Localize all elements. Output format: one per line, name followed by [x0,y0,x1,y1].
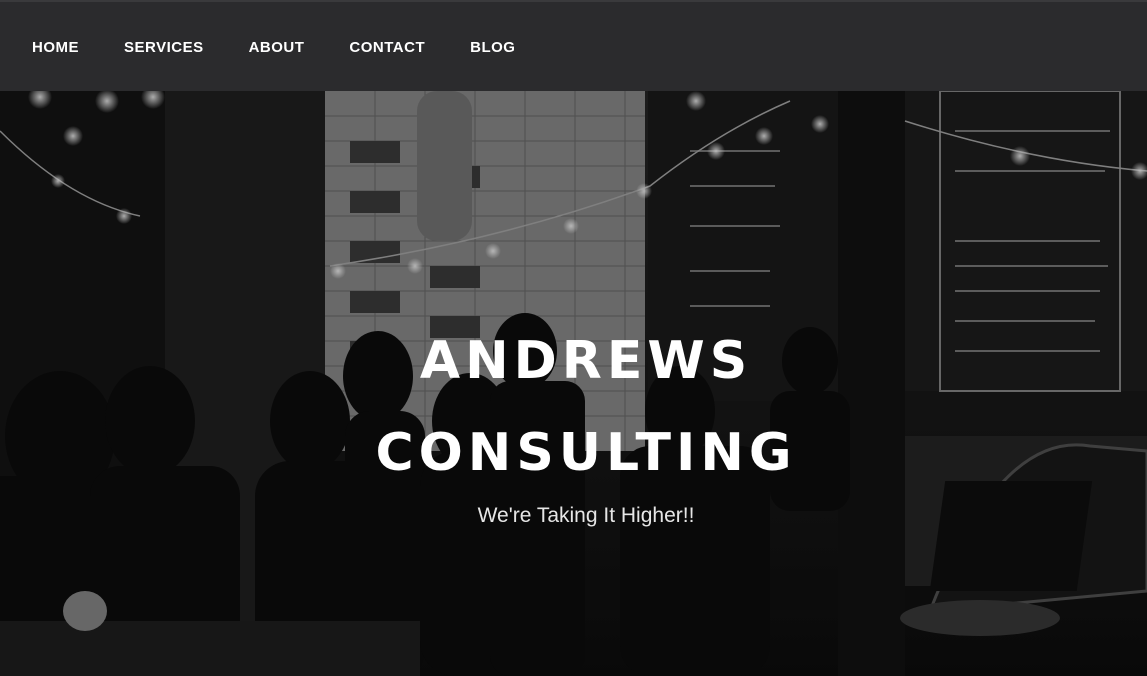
top-navigation-bar: HOME SERVICES ABOUT CONTACT BLOG [0,0,1147,91]
nav-about-link[interactable]: ABOUT [249,39,305,56]
nav-home-link[interactable]: HOME [32,39,79,56]
nav-contact-link[interactable]: CONTACT [349,39,425,56]
cafe-scene-illustration [0,91,1147,676]
nav-services-link[interactable]: SERVICES [124,39,204,56]
nav-blog-link[interactable]: BLOG [470,39,515,56]
main-nav: HOME SERVICES ABOUT CONTACT BLOG [32,2,560,93]
hero-background-image [0,91,1147,676]
page: HOME SERVICES ABOUT CONTACT BLOG ANDREWS… [0,0,1147,676]
